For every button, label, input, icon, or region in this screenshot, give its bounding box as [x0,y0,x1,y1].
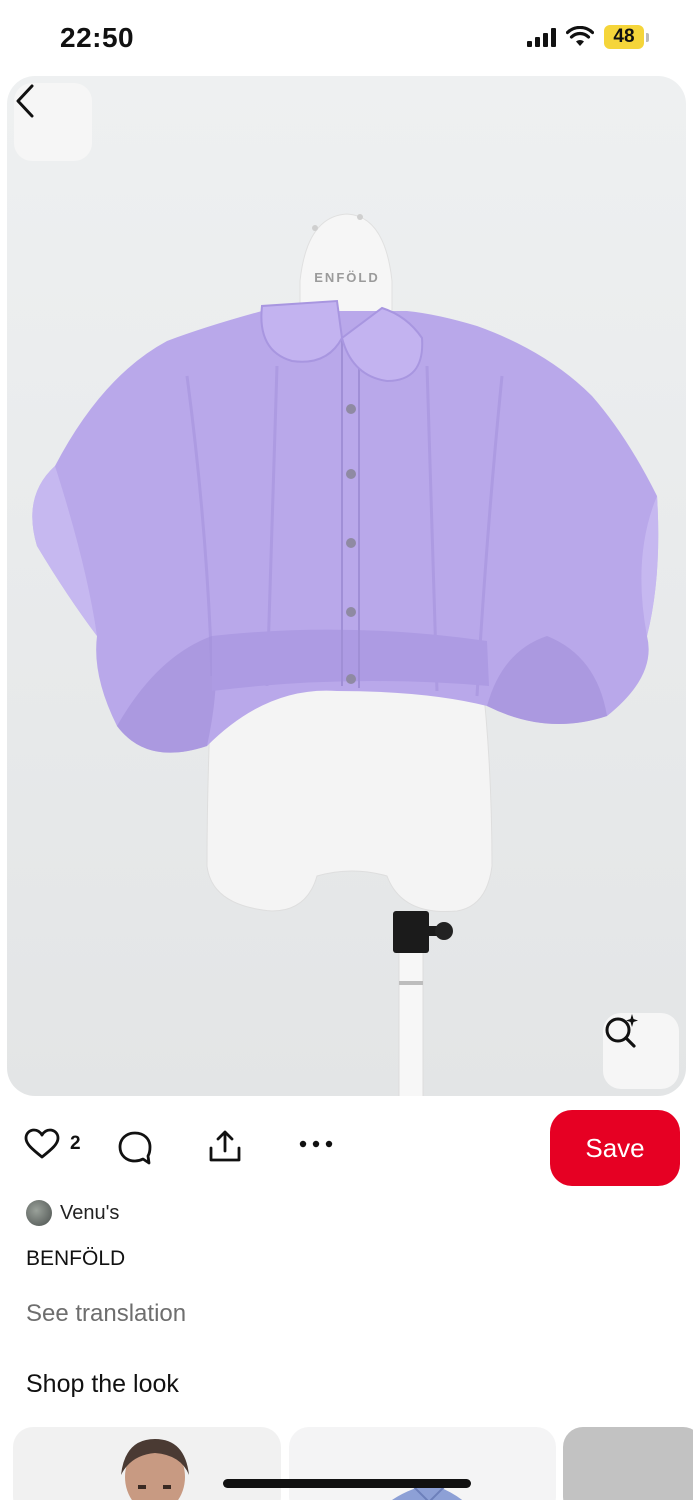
pin-image[interactable]: ENFÖLD [7,76,686,1096]
see-translation-link[interactable]: See translation [26,1300,186,1328]
status-time: 22:50 [60,22,135,53]
more-options-button[interactable] [298,1138,334,1150]
visual-search-button[interactable] [603,1013,679,1089]
shop-card[interactable] [563,1427,693,1500]
shop-card-image [121,1439,189,1500]
pin-author[interactable]: Venu's [26,1200,119,1226]
shop-card[interactable] [289,1427,556,1500]
shop-the-look-heading: Shop the look [26,1370,179,1398]
battery-level: 48 [604,25,644,49]
cellular-signal-icon [527,27,556,47]
share-icon [209,1130,241,1162]
battery-icon: 48 [604,25,649,49]
shop-card[interactable] [13,1427,281,1500]
pin-title: BENFÖLD [26,1247,126,1270]
like-button[interactable]: 2 [24,1128,81,1160]
svg-text:ENFÖLD: ENFÖLD [314,270,379,285]
more-icon [299,1140,333,1148]
product-photo: ENFÖLD [32,213,659,1096]
like-count: 2 [70,1133,81,1154]
author-name: Venu's [60,1201,120,1224]
shop-card-image [392,1486,463,1500]
visual-search-icon [605,1014,638,1048]
status-bar: 22:50 48 [0,0,693,76]
wifi-icon [566,26,594,46]
avatar [26,1200,52,1226]
chevron-left-icon [16,84,34,118]
pin-actions: 2 Save [0,1108,693,1188]
heart-icon [24,1128,60,1159]
back-button[interactable] [14,83,92,161]
status-icons: 48 [527,25,649,49]
save-button[interactable]: Save [550,1110,680,1186]
comment-button[interactable] [117,1130,153,1166]
comment-icon [118,1131,152,1165]
share-button[interactable] [207,1128,243,1164]
home-indicator[interactable] [223,1479,471,1488]
